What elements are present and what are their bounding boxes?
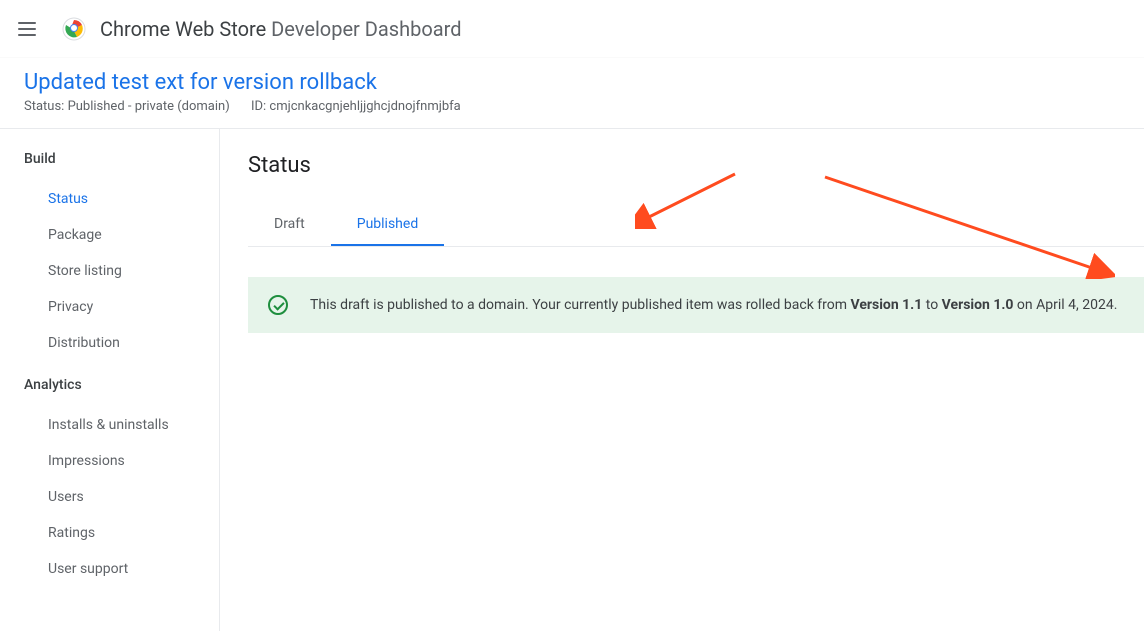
tab-published[interactable]: Published bbox=[331, 206, 444, 246]
sidebar-item-ratings[interactable]: Ratings bbox=[24, 515, 219, 551]
top-bar: Chrome Web Store Developer Dashboard bbox=[0, 0, 1144, 58]
check-circle-icon bbox=[268, 295, 288, 315]
status-value: Published - private (domain) bbox=[68, 99, 230, 114]
status-mid: to bbox=[922, 297, 941, 313]
main-content: Status Draft Published This draft is pub… bbox=[220, 129, 1144, 631]
product-name-secondary: Developer Dashboard bbox=[271, 17, 461, 41]
sidebar-item-impressions[interactable]: Impressions bbox=[24, 443, 219, 479]
sidebar-item-status[interactable]: Status bbox=[24, 181, 219, 217]
status-version-to: Version 1.0 bbox=[942, 297, 1014, 313]
sidebar-item-distribution[interactable]: Distribution bbox=[24, 325, 219, 361]
status-tabs: Draft Published bbox=[248, 206, 1144, 247]
sidebar-item-privacy[interactable]: Privacy bbox=[24, 289, 219, 325]
id-label: ID: bbox=[251, 99, 266, 114]
menu-icon[interactable] bbox=[16, 17, 40, 41]
product-title: Chrome Web Store Developer Dashboard bbox=[100, 17, 462, 41]
sidebar-item-user-support[interactable]: User support bbox=[24, 551, 219, 587]
sidebar-item-users[interactable]: Users bbox=[24, 479, 219, 515]
sidebar-item-store-listing[interactable]: Store listing bbox=[24, 253, 219, 289]
status-prefix: This draft is published to a domain. You… bbox=[310, 297, 850, 313]
status-suffix: on April 4, 2024. bbox=[1013, 297, 1117, 313]
product-name-primary: Chrome Web Store bbox=[100, 17, 266, 41]
nav-section-build: Build bbox=[24, 151, 219, 167]
chrome-web-store-logo bbox=[60, 15, 88, 43]
sidebar-item-package[interactable]: Package bbox=[24, 217, 219, 253]
extension-title-link[interactable]: Updated test ext for version rollback bbox=[24, 70, 1120, 95]
status-label: Status: bbox=[24, 99, 64, 114]
tab-draft[interactable]: Draft bbox=[248, 206, 331, 246]
id-value: cmjcnkacgnjehljjghcjdnojfnmjbfa bbox=[269, 99, 460, 114]
page-title: Status bbox=[248, 153, 1144, 178]
status-version-from: Version 1.1 bbox=[850, 297, 922, 313]
nav-section-analytics: Analytics bbox=[24, 377, 219, 393]
status-banner: This draft is published to a domain. You… bbox=[248, 277, 1144, 333]
sidebar-nav: Build Status Package Store listing Priva… bbox=[0, 129, 220, 631]
extension-header: Updated test ext for version rollback St… bbox=[0, 58, 1144, 129]
extension-meta: Status: Published - private (domain) ID:… bbox=[24, 99, 1120, 114]
status-banner-text: This draft is published to a domain. You… bbox=[310, 297, 1117, 313]
sidebar-item-installs[interactable]: Installs & uninstalls bbox=[24, 407, 219, 443]
